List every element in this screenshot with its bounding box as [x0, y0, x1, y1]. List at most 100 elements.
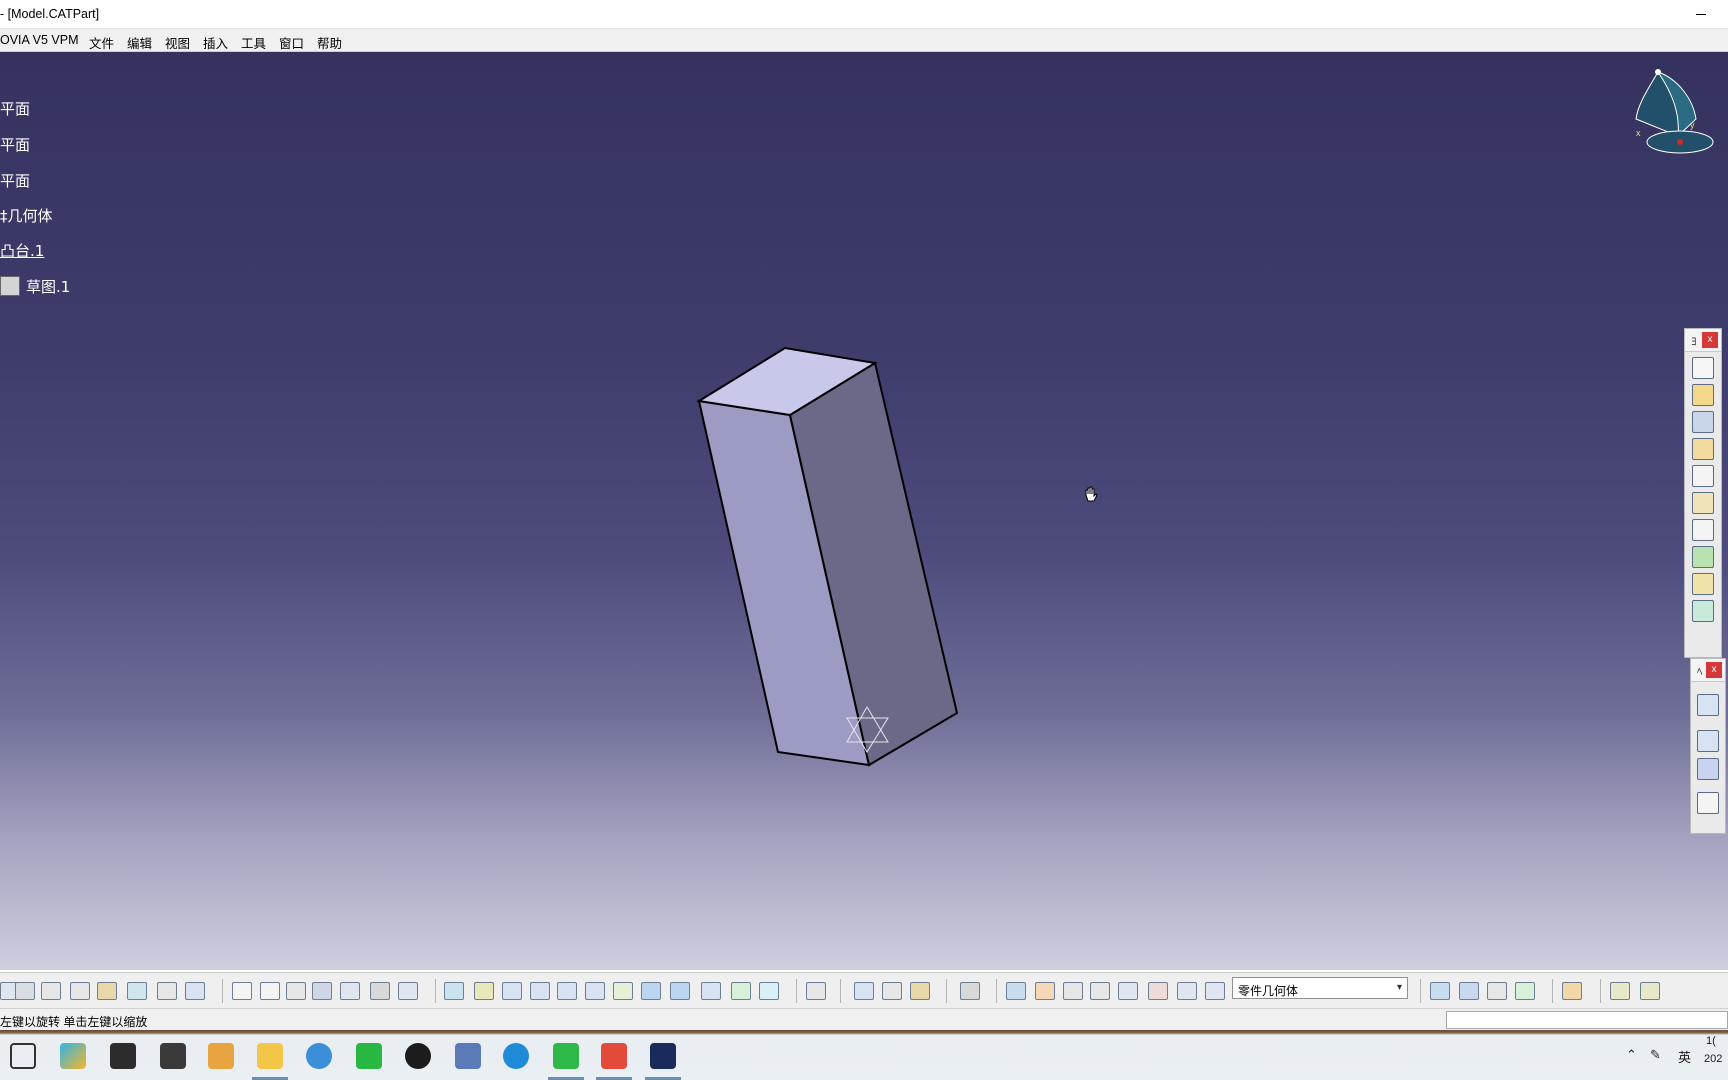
transformation-icon[interactable]	[1697, 792, 1719, 814]
print-icon[interactable]	[15, 982, 35, 1000]
thread-analysis-icon[interactable]	[1515, 982, 1535, 1000]
chevron-up-icon[interactable]: ⌃	[1626, 1047, 1637, 1063]
fillet-icon[interactable]	[1697, 694, 1719, 716]
toolbar-separator	[222, 979, 223, 1003]
qq-icon[interactable]	[405, 1043, 431, 1069]
menu-edit[interactable]: 编辑	[127, 33, 152, 52]
removed-multi-section-icon[interactable]	[1692, 600, 1714, 622]
body-icon[interactable]	[1205, 982, 1225, 1000]
status-message: 左键以旋转 单击左键以缩放	[0, 1015, 148, 1029]
pocket-icon[interactable]	[1692, 384, 1714, 406]
swap-space-icon[interactable]	[759, 982, 779, 1000]
constraint-icon[interactable]	[854, 982, 874, 1000]
plane-icon[interactable]	[1177, 982, 1197, 1000]
network-app-icon[interactable]	[455, 1043, 481, 1069]
menu-help[interactable]: 帮助	[317, 33, 342, 52]
pattern-icon[interactable]	[1697, 758, 1719, 780]
sketch-analysis-icon[interactable]	[910, 982, 930, 1000]
catalog-icon[interactable]	[340, 982, 360, 1000]
render-icon[interactable]	[1006, 982, 1026, 1000]
close-toolbar-button-2[interactable]: x	[1706, 662, 1722, 678]
input-method[interactable]: 英	[1678, 1047, 1691, 1066]
isometric-view-icon[interactable]	[670, 982, 690, 1000]
camtasia-green-icon[interactable]	[553, 1043, 579, 1069]
menu-view[interactable]: 视图	[165, 33, 190, 52]
constraint-defined-icon[interactable]	[882, 982, 902, 1000]
axis-icon[interactable]	[1063, 982, 1083, 1000]
hole-icon[interactable]	[1692, 465, 1714, 487]
hide-show-icon[interactable]	[731, 982, 751, 1000]
body-select[interactable]: 零件几何体 ▾	[1232, 977, 1408, 999]
stiffener-icon[interactable]	[1692, 546, 1714, 568]
pad-icon[interactable]	[1692, 357, 1714, 379]
update-icon[interactable]	[806, 982, 826, 1000]
table-icon[interactable]	[312, 982, 332, 1000]
edge-icon[interactable]	[503, 1043, 529, 1069]
fit-all-icon[interactable]	[474, 982, 494, 1000]
toolbar-separator	[435, 979, 436, 1003]
hand-tool-icon[interactable]	[1035, 982, 1055, 1000]
redo-icon[interactable]	[157, 982, 177, 1000]
insert-body-icon[interactable]	[1640, 982, 1660, 1000]
media-player-icon[interactable]	[60, 1043, 86, 1069]
light-icon[interactable]	[286, 982, 306, 1000]
window-title: - [Model.CATPart]	[0, 7, 100, 21]
close-toolbar-button[interactable]: x	[1702, 332, 1718, 348]
menu-file[interactable]: 文件	[89, 33, 114, 52]
whats-this-icon[interactable]	[185, 982, 205, 1000]
clock-time[interactable]: 1(	[1706, 1035, 1716, 1047]
fly-icon[interactable]	[444, 982, 464, 1000]
3d-viewport[interactable]: 平面 平面 平面 ‡几何体 凸台.1 草图.1 y x	[0, 52, 1728, 970]
grid-icon[interactable]	[1090, 982, 1110, 1000]
slot-icon[interactable]	[1692, 519, 1714, 541]
pan-icon[interactable]	[502, 982, 522, 1000]
zoom-in-icon[interactable]	[557, 982, 577, 1000]
paste-icon[interactable]	[97, 982, 117, 1000]
clock-date[interactable]: 202	[1704, 1053, 1722, 1065]
draft-analysis-icon[interactable]	[1459, 982, 1479, 1000]
file-explorer-icon[interactable]	[257, 1043, 283, 1069]
menu-window[interactable]: 窗口	[279, 33, 304, 52]
analysis-icon[interactable]	[1430, 982, 1450, 1000]
task-view-icon[interactable]	[10, 1043, 36, 1069]
copy-icon[interactable]	[70, 982, 90, 1000]
material-icon[interactable]	[370, 982, 390, 1000]
shading-icon[interactable]	[701, 982, 721, 1000]
line-icon[interactable]	[1148, 982, 1168, 1000]
minimize-button[interactable]	[1696, 14, 1706, 15]
compass-icon[interactable]: y x	[1628, 64, 1723, 164]
rib-icon[interactable]	[1692, 492, 1714, 514]
command-input[interactable]	[1446, 1011, 1728, 1029]
zoom-out-icon[interactable]	[585, 982, 605, 1000]
normal-view-icon[interactable]	[613, 982, 633, 1000]
catia-icon[interactable]	[650, 1043, 676, 1069]
pen-icon[interactable]: ✎	[1650, 1047, 1661, 1063]
rotate-icon[interactable]	[530, 982, 550, 1000]
menu-tools[interactable]: 工具	[241, 33, 266, 52]
multi-section-solid-icon[interactable]	[1692, 573, 1714, 595]
wechat-icon[interactable]	[356, 1043, 382, 1069]
toolbar-header-2: ﾍ x	[1691, 659, 1725, 682]
knowledge-icon[interactable]	[260, 982, 280, 1000]
boolean-icon[interactable]	[1610, 982, 1630, 1000]
groove-icon[interactable]	[1692, 438, 1714, 460]
menu-app[interactable]: OVIA V5 VPM	[0, 33, 79, 47]
shaft-icon[interactable]	[1692, 411, 1714, 433]
pad-solid[interactable]	[0, 52, 1728, 970]
chamfer-icon[interactable]	[1697, 730, 1719, 752]
browser-icon[interactable]	[306, 1043, 332, 1069]
mail-icon[interactable]	[160, 1043, 186, 1069]
menu-insert[interactable]: 插入	[203, 33, 228, 52]
store-icon[interactable]	[110, 1043, 136, 1069]
camtasia-red-icon[interactable]	[601, 1043, 627, 1069]
measure-icon[interactable]	[398, 982, 418, 1000]
search-app-icon[interactable]	[208, 1043, 234, 1069]
point-icon[interactable]	[1118, 982, 1138, 1000]
capture-icon[interactable]	[960, 982, 980, 1000]
cut-icon[interactable]	[41, 982, 61, 1000]
apply-material-icon[interactable]	[1562, 982, 1582, 1000]
multi-view-icon[interactable]	[641, 982, 661, 1000]
formula-icon[interactable]	[232, 982, 252, 1000]
curvature-icon[interactable]	[1487, 982, 1507, 1000]
undo-icon[interactable]	[127, 982, 147, 1000]
